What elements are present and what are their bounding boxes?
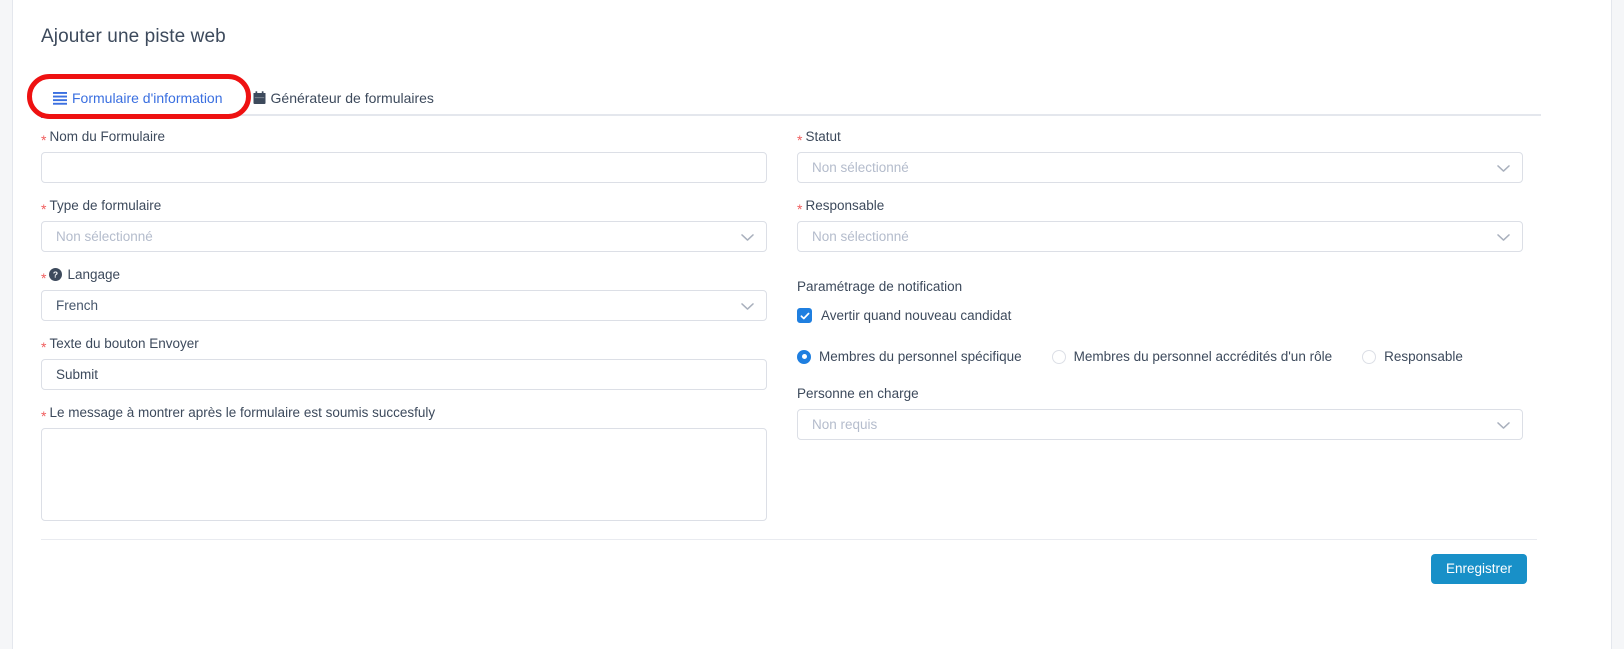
field-message-succes: * Le message à montrer après le formulai…	[41, 404, 781, 526]
page-root: Ajouter une piste web Formulaire d'infor…	[0, 0, 1624, 649]
form-card: Ajouter une piste web Formulaire d'infor…	[12, 0, 1612, 649]
tab-formulaire-information[interactable]: Formulaire d'information	[41, 79, 241, 118]
person-in-charge-select[interactable]: Non requis	[797, 409, 1523, 440]
label-text: Texte du bouton Envoyer	[49, 336, 199, 351]
required-asterisk: *	[41, 200, 47, 217]
right-column: * Statut Non sélectionné * Responsable N…	[797, 128, 1537, 454]
field-statut: * Statut Non sélectionné	[797, 128, 1537, 183]
status-select[interactable]: Non sélectionné	[797, 152, 1523, 183]
label-responsable: * Responsable	[797, 197, 1537, 217]
label-texte-bouton-envoyer: * Texte du bouton Envoyer	[41, 335, 781, 355]
required-asterisk: *	[797, 131, 803, 148]
select-value: French	[56, 298, 99, 313]
tab-generateur-formulaires[interactable]: Générateur de formulaires	[241, 79, 452, 116]
field-langage: * ? Langage French	[41, 266, 781, 321]
page-title: Ajouter une piste web	[41, 26, 226, 47]
chevron-down-icon	[1497, 153, 1510, 182]
chevron-down-icon	[1497, 222, 1510, 251]
radio-membres-specifique[interactable]: Membres du personnel spécifique	[797, 349, 1022, 364]
required-asterisk: *	[41, 407, 47, 424]
label-personne-en-charge: Personne en charge	[797, 385, 1537, 402]
tab-label: Générateur de formulaires	[270, 89, 434, 106]
chevron-down-icon	[1497, 410, 1510, 439]
radio-membres-accredites-role[interactable]: Membres du personnel accrédités d'un rôl…	[1051, 349, 1333, 364]
success-message-textarea[interactable]	[41, 428, 767, 521]
required-asterisk: *	[41, 338, 47, 355]
label-text: Type de formulaire	[49, 198, 162, 213]
notification-settings-heading: Paramétrage de notification	[797, 279, 963, 294]
label-nom-du-formulaire: * Nom du Formulaire	[41, 128, 781, 148]
owner-select[interactable]: Non sélectionné	[797, 221, 1523, 252]
checkbox-label: Avertir quand nouveau candidat	[821, 308, 1012, 323]
list-bars-icon	[53, 91, 67, 105]
select-placeholder: Non sélectionné	[812, 229, 909, 244]
checkbox-checked-icon[interactable]	[797, 308, 812, 323]
radio-label: Responsable	[1384, 349, 1463, 364]
calendar-icon	[253, 90, 266, 105]
chevron-down-icon	[741, 222, 754, 251]
chevron-down-icon	[741, 291, 754, 320]
field-personne-en-charge: Personne en charge Non requis	[797, 385, 1537, 440]
label-text: Statut	[805, 129, 841, 144]
select-placeholder: Non sélectionné	[812, 160, 909, 175]
label-type-de-formulaire: * Type de formulaire	[41, 197, 781, 217]
footer-divider	[41, 539, 1537, 540]
field-type-de-formulaire: * Type de formulaire Non sélectionné	[41, 197, 781, 252]
radio-unselected-icon[interactable]	[1362, 349, 1377, 364]
submit-button-text-input[interactable]	[41, 359, 767, 390]
select-placeholder: Non requis	[812, 417, 878, 432]
save-button[interactable]: Enregistrer	[1430, 554, 1527, 584]
question-circle-icon[interactable]: ?	[49, 268, 63, 281]
label-text: Personne en charge	[797, 386, 919, 401]
form-name-input[interactable]	[41, 152, 767, 183]
svg-text:?: ?	[53, 270, 58, 280]
required-asterisk: *	[797, 200, 803, 217]
radio-label: Membres du personnel spécifique	[819, 349, 1022, 364]
radio-responsable[interactable]: Responsable	[1362, 349, 1463, 364]
field-texte-bouton-envoyer: * Texte du bouton Envoyer	[41, 335, 781, 390]
label-text: Responsable	[805, 198, 885, 213]
tab-label: Formulaire d'information	[72, 89, 223, 106]
label-text: Nom du Formulaire	[49, 129, 165, 144]
tab-bar: Formulaire d'information Générateur de f…	[41, 79, 1541, 118]
left-column: * Nom du Formulaire * Type de formulaire…	[41, 128, 781, 540]
label-text: Langage	[67, 267, 121, 282]
radio-unselected-icon[interactable]	[1051, 349, 1066, 364]
label-statut: * Statut	[797, 128, 1537, 148]
notification-target-radio-group: Membres du personnel spécifique Membres …	[797, 349, 1537, 364]
notify-new-candidate-checkbox-row[interactable]: Avertir quand nouveau candidat	[797, 308, 1537, 323]
required-asterisk: *	[41, 131, 47, 148]
label-langage: * ? Langage	[41, 266, 781, 286]
radio-selected-icon[interactable]	[797, 349, 811, 364]
label-message-succes: * Le message à montrer après le formulai…	[41, 404, 781, 424]
field-nom-du-formulaire: * Nom du Formulaire	[41, 128, 781, 183]
language-select[interactable]: French	[41, 290, 767, 321]
radio-label: Membres du personnel accrédités d'un rôl…	[1073, 349, 1333, 364]
required-asterisk: *	[41, 269, 47, 286]
label-text: Le message à montrer après le formulaire…	[49, 405, 436, 420]
form-type-select[interactable]: Non sélectionné	[41, 221, 767, 252]
field-responsable: * Responsable Non sélectionné	[797, 197, 1537, 252]
select-placeholder: Non sélectionné	[56, 229, 153, 244]
